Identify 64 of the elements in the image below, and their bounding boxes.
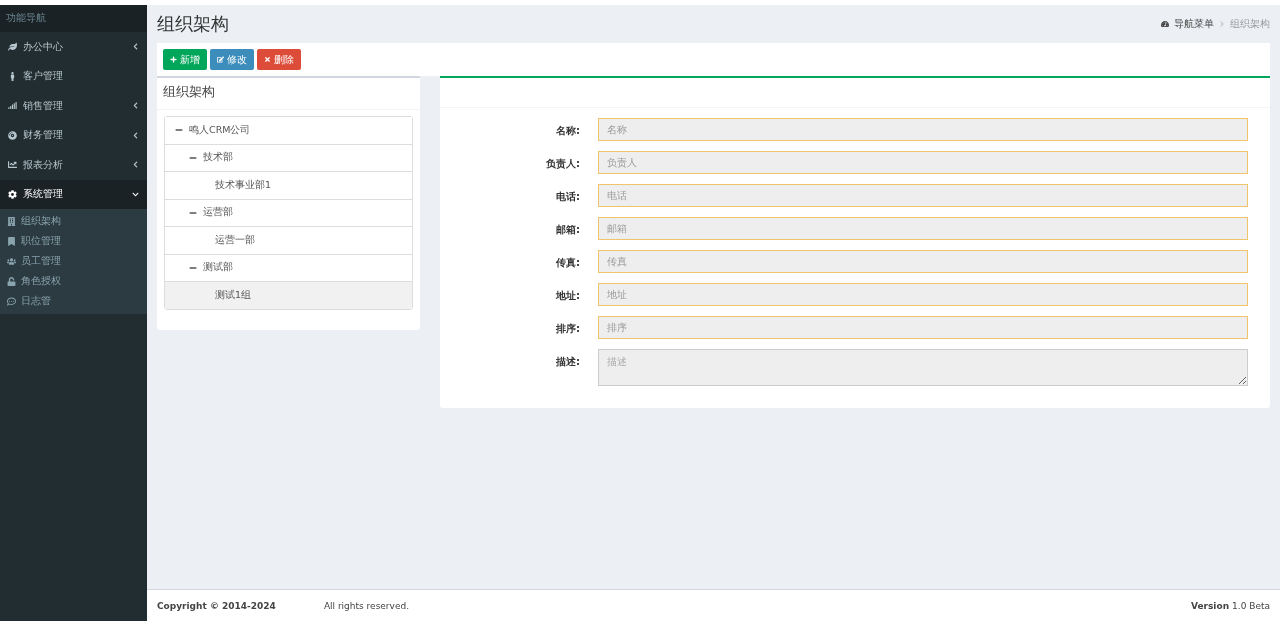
chevron-left-icon — [132, 43, 139, 51]
sidebar-item[interactable]: 财务管理 — [0, 120, 147, 150]
field-label: 电话: — [555, 190, 580, 204]
panel-title: 组织架构 — [157, 78, 420, 110]
input-field[interactable]: 名称 — [598, 118, 1248, 141]
users-icon — [7, 256, 16, 266]
input-field[interactable]: 负责人 — [598, 151, 1248, 174]
person-icon — [8, 71, 17, 81]
version-number: 1.0 Beta — [1232, 600, 1270, 611]
plus-icon — [170, 56, 177, 63]
field-label: 名称: — [555, 124, 580, 138]
chevron-left-icon — [132, 102, 139, 110]
chevron-left-icon — [132, 161, 139, 169]
tree-node[interactable]: 技术部 — [203, 151, 233, 165]
chevron-right-icon — [1219, 21, 1225, 27]
close-icon — [264, 56, 271, 63]
rights-text: All rights reserved. — [323, 600, 409, 611]
field-label: 描述: — [555, 355, 580, 369]
chevron-left-icon — [132, 131, 139, 139]
lock-icon — [7, 276, 16, 286]
sidebar-item[interactable]: 办公中心 — [0, 32, 147, 62]
submenu-item[interactable]: 职位管理 — [0, 231, 147, 251]
bookmark-icon — [7, 236, 16, 246]
chat-icon — [7, 296, 16, 306]
tree-node[interactable]: 技术事业部1 — [215, 178, 272, 192]
building-icon — [7, 216, 16, 226]
input-field[interactable]: 排序 — [598, 316, 1248, 339]
settings-icon — [8, 189, 17, 199]
dashboard-icon — [1161, 20, 1169, 28]
tree-node[interactable]: 鸣人CRM公司 — [189, 123, 251, 137]
input-field[interactable]: 传真 — [598, 250, 1248, 273]
chart-icon — [8, 160, 17, 170]
description-field[interactable]: 描述 — [598, 349, 1248, 386]
sidebar-item[interactable]: 系统管理 — [0, 179, 147, 209]
edit-button[interactable]: 修改 — [210, 49, 254, 70]
field-label: 邮箱: — [555, 223, 580, 237]
tree-node[interactable]: 测试部 — [203, 261, 233, 275]
sidebar-item[interactable]: 报表分析 — [0, 150, 147, 180]
sidebar-item[interactable]: 客户管理 — [0, 61, 147, 91]
delete-button[interactable]: 删除 — [257, 49, 301, 70]
tree-node[interactable]: 运营部 — [203, 206, 233, 220]
copyright-text: Copyright © 2014-2024 — [157, 600, 276, 611]
field-label: 排序: — [555, 322, 580, 336]
chevron-down-icon — [132, 190, 139, 198]
field-label: 负责人: — [545, 157, 580, 171]
sidebar-heading: 功能导航 — [6, 12, 46, 23]
sidebar-item[interactable]: 销售管理 — [0, 91, 147, 121]
submenu-item[interactable]: 员工管理 — [0, 251, 147, 271]
input-field[interactable]: 电话 — [598, 184, 1248, 207]
submenu-item[interactable]: 角色授权 — [0, 271, 147, 291]
page-title: 组织架构 — [157, 12, 229, 36]
breadcrumb-link[interactable]: 导航菜单 — [1174, 17, 1214, 31]
edit-icon — [217, 56, 224, 63]
submenu-item[interactable]: 组织架构 — [0, 211, 147, 231]
input-field[interactable]: 地址 — [598, 283, 1248, 306]
signal-icon — [8, 101, 17, 111]
leaf-icon — [8, 42, 17, 52]
field-label: 传真: — [555, 256, 580, 270]
submenu-item[interactable]: 日志管 — [0, 291, 147, 311]
tree-node[interactable]: 测试1组 — [215, 288, 252, 302]
version-label: Version — [1191, 600, 1230, 611]
input-field[interactable]: 邮箱 — [598, 217, 1248, 240]
field-label: 地址: — [555, 289, 580, 303]
tree-node[interactable]: 运营一部 — [215, 233, 255, 247]
